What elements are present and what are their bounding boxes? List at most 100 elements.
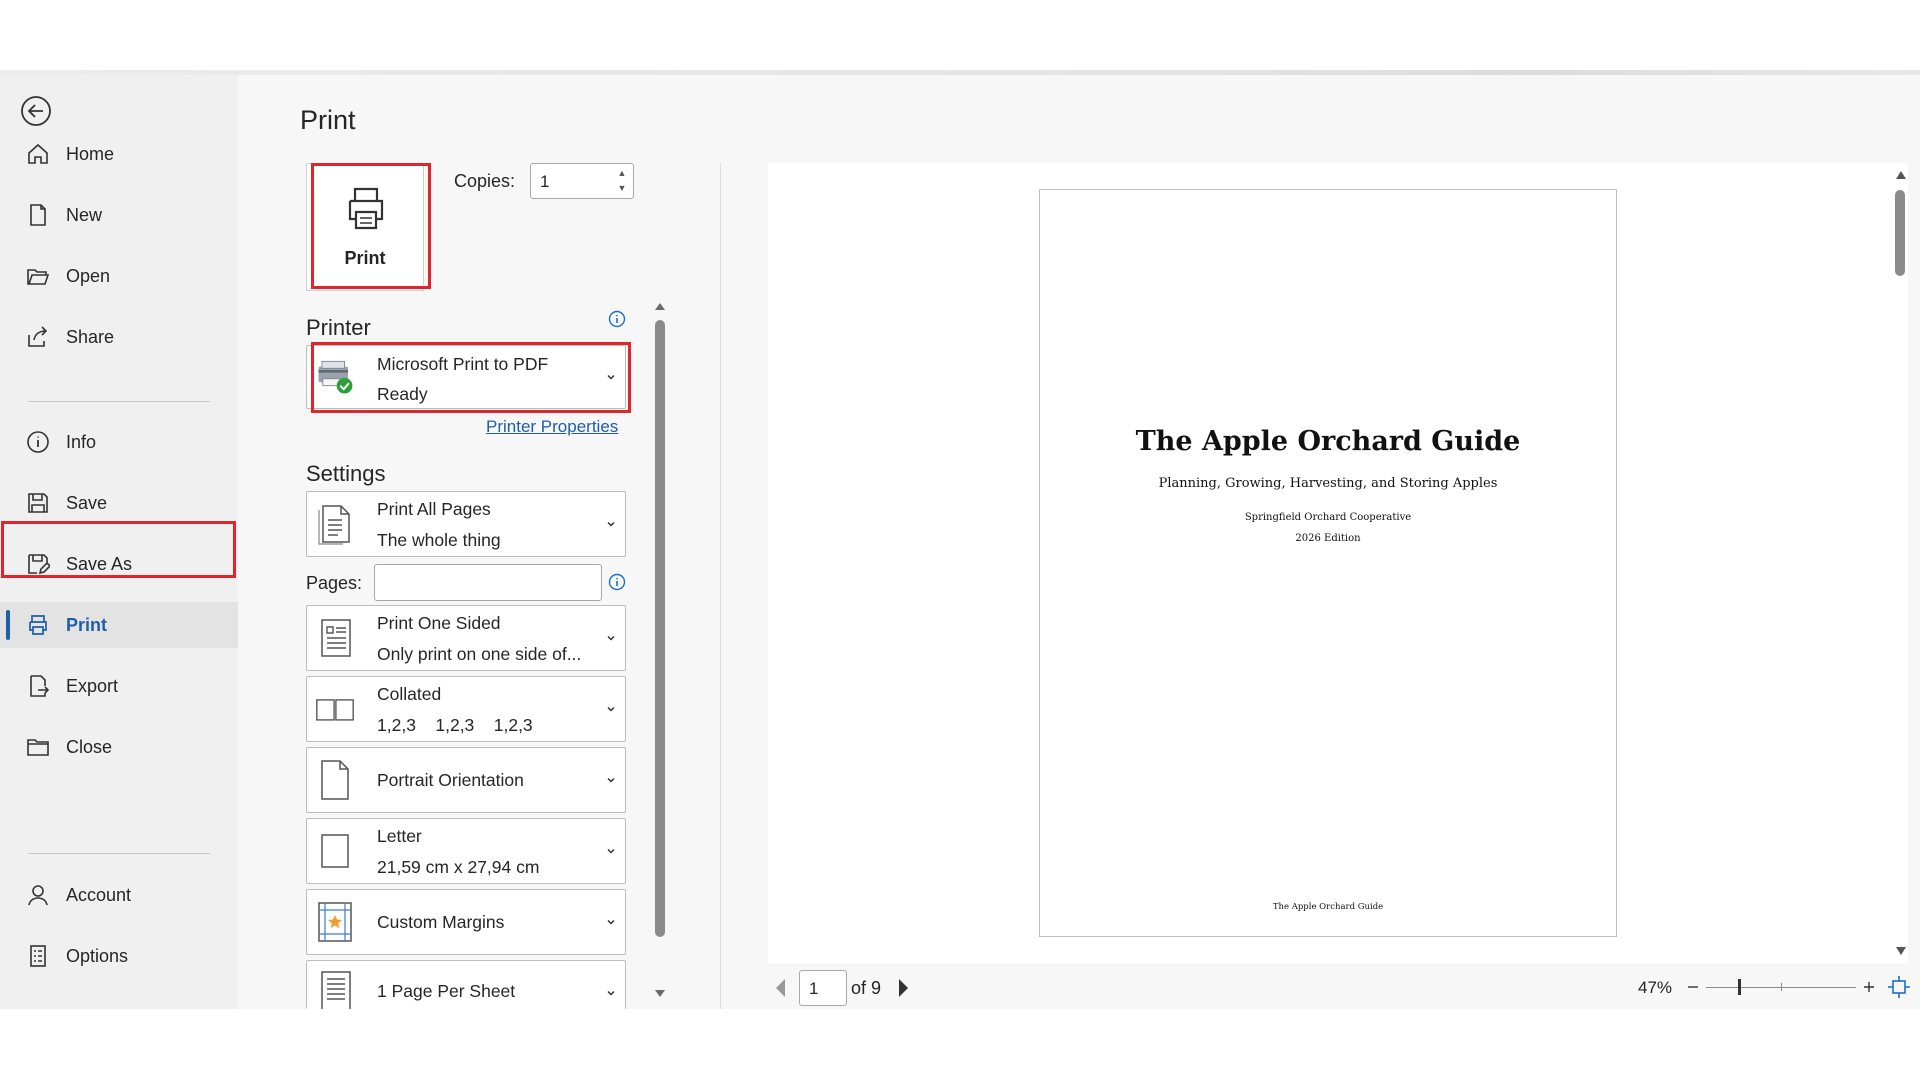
settings-scrollbar-thumb[interactable] [655,320,665,937]
nav-info[interactable]: Info [0,419,238,465]
pages-info-icon[interactable] [608,573,626,591]
pages-input[interactable] [374,564,602,601]
next-page-icon[interactable] [896,977,910,999]
nav-save-label: Save [66,492,108,513]
paper-size-subtitle: 21,59 cm x 27,94 cm [377,857,540,877]
printer-highlight [311,342,631,413]
nav-share[interactable]: Share [0,314,238,360]
nav-account-label: Account [66,884,132,905]
options-icon [24,942,52,970]
chevron-down-icon [607,635,615,641]
print-nav-highlight [1,521,236,578]
bottom-area [0,1009,1920,1080]
doc-edition: 2026 Edition [1295,533,1361,544]
copies-down-icon[interactable]: ▼ [617,184,627,193]
nav-info-label: Info [66,431,97,452]
sidebar-divider [28,401,210,402]
paper-size-dropdown[interactable]: Letter 21,59 cm x 27,94 cm [306,818,626,884]
person-icon [24,881,52,909]
home-icon [24,140,52,168]
sides-dropdown[interactable]: Print One Sided Only print on one side o… [306,605,626,671]
print-range-subtitle: The whole thing [377,530,501,550]
settings-section-label: Settings [306,461,386,486]
printer-section-label: Printer [306,315,371,340]
margins-dropdown[interactable]: Custom Margins [306,889,626,955]
nav-print[interactable]: Print [0,602,238,648]
zoom-slider-tick [1781,983,1782,991]
new-document-icon [24,201,52,229]
page-total: of 9 [851,978,882,998]
back-arrow-icon[interactable] [20,95,52,127]
orientation-dropdown[interactable]: Portrait Orientation [306,747,626,813]
page-number-input[interactable]: 1 [799,970,847,1006]
pages-per-sheet-dropdown[interactable]: 1 Page Per Sheet [306,960,626,1011]
zoom-slider-thumb[interactable] [1738,979,1741,995]
export-icon [24,672,52,700]
page-number-value: 1 [809,979,819,998]
nav-share-label: Share [66,326,115,347]
copies-input[interactable]: 1 ▲ ▼ [530,163,634,199]
page-title: Print [300,105,356,135]
chevron-down-icon [607,919,615,925]
preview-scrollbar-thumb[interactable] [1895,190,1905,276]
nav-new-label: New [66,204,103,225]
chevron-down-icon [607,706,615,712]
folder-close-icon [24,733,52,761]
zoom-out-icon[interactable] [1686,980,1700,994]
share-icon [24,323,52,351]
nav-save[interactable]: Save [0,480,238,526]
zoom-in-icon[interactable] [1862,980,1876,994]
chevron-down-icon [607,848,615,854]
collation-subtitle: 1,2,3 1,2,3 1,2,3 [377,715,533,735]
margins-title: Custom Margins [377,912,505,932]
zoom-to-page-icon[interactable] [1887,975,1911,999]
doc-organization: Springfield Orchard Cooperative [1244,512,1412,523]
pages-per-sheet-title: 1 Page Per Sheet [377,981,516,1001]
folder-open-icon [24,262,52,290]
sides-subtitle: Only print on one side of... [377,644,582,664]
chevron-down-icon [607,990,615,996]
collation-title: Collated [377,684,442,704]
nav-account[interactable]: Account [0,872,238,918]
nav-export-label: Export [66,675,119,696]
pages-stack-icon [315,502,355,546]
doc-title: The Apple Orchard Guide [1135,426,1521,457]
save-icon [24,489,52,517]
title-bar-area [0,0,1920,72]
panel-divider [720,163,721,1009]
copies-value: 1 [540,172,550,191]
copies-up-icon[interactable]: ▲ [617,169,627,178]
doc-footer: The Apple Orchard Guide [1272,902,1384,912]
collated-icon [315,687,355,731]
chevron-down-icon [607,521,615,527]
copies-label: Copies: [454,171,516,191]
nav-new[interactable]: New [0,192,238,238]
nav-options[interactable]: Options [0,933,238,979]
nav-export[interactable]: Export [0,663,238,709]
collation-dropdown[interactable]: Collated 1,2,3 1,2,3 1,2,3 [306,676,626,742]
printer-info-icon[interactable] [608,310,626,328]
previous-page-icon[interactable] [774,977,788,999]
preview-scroll-down-icon[interactable] [1894,944,1908,958]
nav-close-label: Close [66,736,113,757]
orientation-title: Portrait Orientation [377,770,524,790]
print-range-dropdown[interactable]: Print All Pages The whole thing [306,491,626,557]
print-button-highlight [311,163,431,289]
doc-subtitle: Planning, Growing, Harvesting, and Stori… [1158,476,1498,491]
nav-home[interactable]: Home [0,131,238,177]
info-icon [24,428,52,456]
nav-open[interactable]: Open [0,253,238,299]
nav-options-label: Options [66,945,129,966]
nav-close[interactable]: Close [0,724,238,770]
nav-print-label: Print [66,614,108,635]
nav-home-label: Home [66,143,115,164]
printer-properties-link[interactable]: Printer Properties [486,417,618,437]
portrait-icon [315,758,355,802]
pages-label: Pages: [306,573,363,593]
one-sided-icon [315,616,355,660]
sidebar-divider [28,853,210,854]
preview-scroll-up-icon[interactable] [1894,168,1908,182]
print-range-title: Print All Pages [377,499,491,519]
paper-size-title: Letter [377,826,422,846]
paper-size-icon [315,829,355,873]
